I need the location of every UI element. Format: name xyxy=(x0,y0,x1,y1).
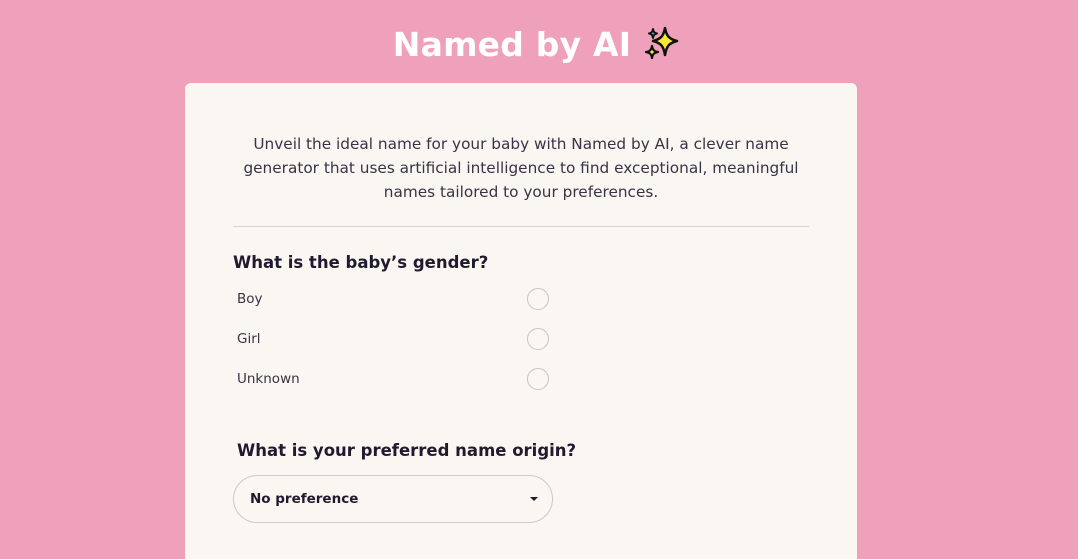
option-label: Boy xyxy=(237,291,263,307)
radio-button-unknown[interactable] xyxy=(527,368,549,390)
option-label: Unknown xyxy=(237,371,300,387)
app-header: Named by AI xyxy=(0,22,1078,66)
app-title: Named by AI xyxy=(392,24,632,64)
gender-option-girl[interactable]: Girl xyxy=(237,327,549,351)
gender-question: What is the baby’s gender? xyxy=(233,253,489,272)
page: Named by AI Unveil the ideal name for yo… xyxy=(0,0,1078,559)
caret-down-icon xyxy=(530,497,538,501)
gender-option-unknown[interactable]: Unknown xyxy=(237,367,549,391)
origin-question: What is your preferred name origin? xyxy=(237,441,577,460)
form-card: Unveil the ideal name for your baby with… xyxy=(185,83,857,559)
sparkles-icon xyxy=(641,22,685,66)
radio-button-boy[interactable] xyxy=(527,288,549,310)
origin-select-value: No preference xyxy=(250,491,359,507)
gender-option-boy[interactable]: Boy xyxy=(237,287,549,311)
divider xyxy=(233,226,809,227)
radio-button-girl[interactable] xyxy=(527,328,549,350)
option-label: Girl xyxy=(237,331,261,347)
origin-select[interactable]: No preference xyxy=(233,475,553,523)
intro-text: Unveil the ideal name for your baby with… xyxy=(243,135,799,201)
